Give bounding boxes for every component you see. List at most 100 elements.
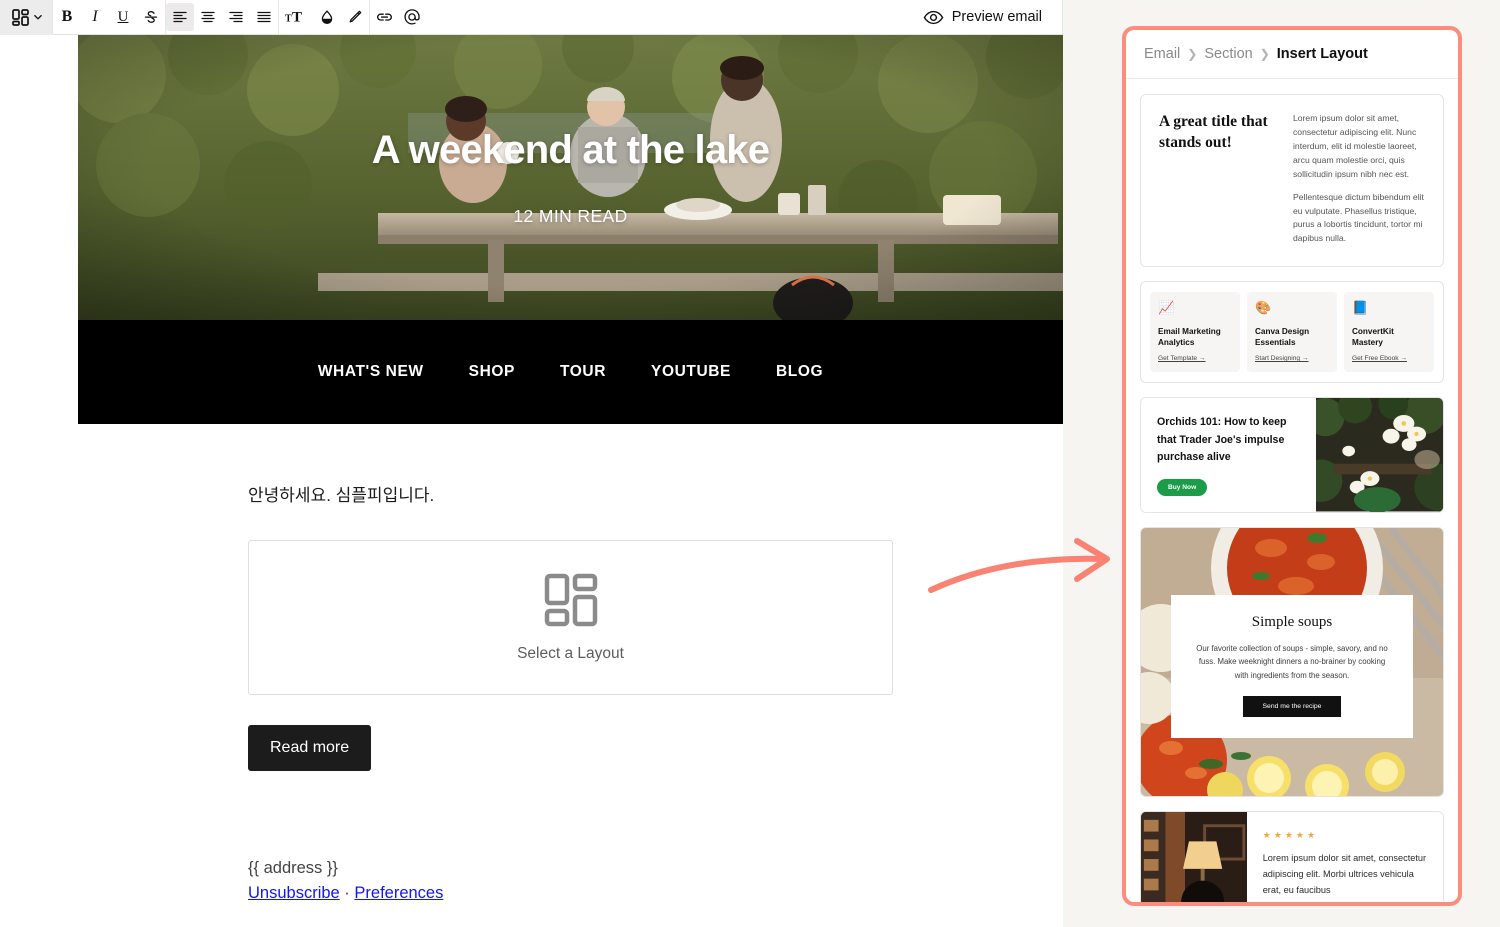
testimonial-body: Lorem ipsum dolor sit amet, consectetur … bbox=[1262, 852, 1427, 896]
orchids-photo bbox=[1316, 398, 1443, 512]
align-right-icon bbox=[229, 11, 243, 23]
right-sidebar: Email ❯ Section ❯ Insert Layout A great … bbox=[1063, 0, 1500, 927]
soup-body: Our favorite collection of soups - simpl… bbox=[1196, 643, 1388, 680]
nav-item-shop[interactable]: SHOP bbox=[469, 363, 515, 381]
breadcrumb-section[interactable]: Section bbox=[1204, 46, 1252, 62]
editor-toolbar: B I U T T Preview email bbox=[0, 0, 1062, 35]
align-center-button[interactable] bbox=[194, 3, 222, 31]
link-button[interactable] bbox=[370, 3, 398, 31]
email-nav-bar: WHAT'S NEW SHOP TOUR YOUTUBE BLOG bbox=[78, 320, 1063, 424]
nav-item-tour[interactable]: TOUR bbox=[560, 363, 606, 381]
lamp-illustration bbox=[1141, 811, 1247, 902]
layout-option-testimonial[interactable]: ★★★★★ Lorem ipsum dolor sit amet, consec… bbox=[1140, 810, 1444, 902]
svg-text:T: T bbox=[292, 10, 302, 26]
hero-subtitle: 12 MIN READ bbox=[513, 206, 628, 226]
unsubscribe-link[interactable]: Unsubscribe bbox=[248, 884, 340, 902]
email-body: 안녕하세요. 심플피입니다. Select a Layout Read more… bbox=[78, 481, 1063, 903]
chevron-right-icon: ❯ bbox=[1187, 47, 1198, 61]
layout-dropdown-button[interactable] bbox=[0, 0, 52, 35]
layout-option-orchids[interactable]: Orchids 101: How to keep that Trader Joe… bbox=[1140, 397, 1444, 513]
palette-emoji-icon: 🎨 bbox=[1255, 300, 1272, 316]
font-size-icon: T T bbox=[285, 10, 302, 26]
svg-text:T: T bbox=[285, 14, 292, 25]
column-link[interactable]: Start Designing → bbox=[1255, 355, 1329, 362]
app-root: B I U T T Preview email A weekend at the… bbox=[0, 0, 1500, 927]
insert-layout-panel: Email ❯ Section ❯ Insert Layout A great … bbox=[1122, 26, 1462, 906]
align-justify-button[interactable] bbox=[250, 3, 278, 31]
soup-title: Simple soups bbox=[1251, 613, 1333, 630]
highlight-button[interactable] bbox=[341, 3, 369, 31]
link-icon bbox=[376, 13, 392, 21]
strikethrough-button[interactable] bbox=[137, 3, 165, 31]
star-rating: ★★★★★ bbox=[1262, 829, 1319, 840]
layout-grid-icon bbox=[544, 573, 597, 626]
orchid-illustration bbox=[1316, 398, 1443, 512]
nav-item-blog[interactable]: BLOG bbox=[776, 363, 823, 381]
column-heading: ConvertKit Mastery bbox=[1352, 327, 1394, 348]
text-color-button[interactable] bbox=[313, 3, 341, 31]
layout-grid-icon bbox=[12, 8, 29, 26]
nav-item-youtube[interactable]: YOUTUBE bbox=[651, 363, 731, 381]
layout-option-simple-soups[interactable]: Simple soups Our favorite collection of … bbox=[1140, 526, 1444, 797]
column-item[interactable]: 🎨 Canva Design Essentials Start Designin… bbox=[1247, 292, 1337, 373]
align-left-button[interactable] bbox=[166, 3, 194, 31]
hero-title: A weekend at the lake bbox=[371, 128, 770, 172]
insert-group bbox=[370, 0, 426, 35]
testimonial-text: ★★★★★ Lorem ipsum dolor sit amet, consec… bbox=[1247, 812, 1443, 902]
hero-photo bbox=[78, 35, 1063, 320]
column-heading: Email Marketing Analytics bbox=[1158, 327, 1221, 348]
italic-button[interactable]: I bbox=[81, 3, 109, 31]
preview-email-label: Preview email bbox=[951, 9, 1042, 25]
layout-option-title-text[interactable]: A great title that stands out! Lorem ips… bbox=[1140, 94, 1444, 268]
email-canvas: A weekend at the lake 12 MIN READ WHAT'S… bbox=[78, 35, 1063, 927]
nav-item-whats-new[interactable]: WHAT'S NEW bbox=[318, 363, 424, 381]
email-footer: {{ address }} Unsubscribe · Preferences bbox=[248, 859, 893, 903]
layout-option-three-column[interactable]: 📈 Email Marketing Analytics Get Template… bbox=[1140, 281, 1444, 384]
footer-address: {{ address }} bbox=[248, 859, 338, 877]
align-justify-icon bbox=[257, 11, 271, 23]
preview-email-button[interactable]: Preview email bbox=[923, 9, 1062, 26]
mention-button[interactable] bbox=[398, 3, 426, 31]
breadcrumb: Email ❯ Section ❯ Insert Layout bbox=[1126, 30, 1458, 79]
soup-overlay-card: Simple soups Our favorite collection of … bbox=[1171, 594, 1413, 739]
hero-block[interactable]: A weekend at the lake 12 MIN READ bbox=[78, 35, 1063, 320]
orchids-heading: Orchids 101: How to keep that Trader Joe… bbox=[1157, 416, 1287, 463]
chevron-down-icon bbox=[34, 15, 42, 20]
orchids-text: Orchids 101: How to keep that Trader Joe… bbox=[1141, 398, 1316, 511]
paragraph-1: Lorem ipsum dolor sit amet, consectetur … bbox=[1293, 113, 1417, 179]
font-size-button[interactable]: T T bbox=[279, 3, 313, 31]
layout-paragraphs: Lorem ipsum dolor sit amet, consectetur … bbox=[1293, 112, 1425, 246]
alignment-group bbox=[166, 0, 278, 35]
strikethrough-icon bbox=[144, 11, 158, 23]
layout-title: A great title that stands out! bbox=[1159, 113, 1268, 151]
column-link[interactable]: Get Free Ebook → bbox=[1352, 355, 1426, 362]
layout-list[interactable]: A great title that stands out! Lorem ips… bbox=[1126, 80, 1458, 902]
bold-button[interactable]: B bbox=[53, 3, 81, 31]
align-right-button[interactable] bbox=[222, 3, 250, 31]
at-sign-icon bbox=[404, 9, 420, 25]
read-more-button[interactable]: Read more bbox=[248, 725, 372, 771]
preferences-link[interactable]: Preferences bbox=[354, 884, 443, 902]
breadcrumb-email[interactable]: Email bbox=[1144, 46, 1180, 62]
chevron-right-icon: ❯ bbox=[1259, 47, 1270, 61]
droplet-icon bbox=[321, 10, 333, 24]
select-layout-placeholder[interactable]: Select a Layout bbox=[248, 540, 893, 695]
column-item[interactable]: 📈 Email Marketing Analytics Get Template… bbox=[1150, 292, 1240, 373]
footer-links: Unsubscribe · Preferences bbox=[248, 884, 893, 903]
send-recipe-button[interactable]: Send me the recipe bbox=[1242, 696, 1342, 718]
chart-emoji-icon: 📈 bbox=[1158, 300, 1175, 316]
breadcrumb-current: Insert Layout bbox=[1276, 46, 1368, 62]
format-group: T T bbox=[279, 0, 369, 35]
underline-button[interactable]: U bbox=[109, 3, 137, 31]
column-link[interactable]: Get Template → bbox=[1158, 355, 1232, 362]
align-center-icon bbox=[201, 11, 215, 23]
column-item[interactable]: 📘 ConvertKit Mastery Get Free Ebook → bbox=[1344, 292, 1434, 373]
column-heading: Canva Design Essentials bbox=[1255, 327, 1310, 348]
email-editor-pane: B I U T T Preview email A weekend at the… bbox=[0, 0, 1063, 927]
eye-icon bbox=[923, 10, 944, 24]
testimonial-photo bbox=[1141, 811, 1247, 902]
buy-now-button[interactable]: Buy Now bbox=[1157, 478, 1208, 496]
book-emoji-icon: 📘 bbox=[1352, 300, 1369, 316]
greeting-text[interactable]: 안녕하세요. 심플피입니다. bbox=[248, 481, 893, 506]
text-style-group: B I U bbox=[53, 0, 165, 35]
